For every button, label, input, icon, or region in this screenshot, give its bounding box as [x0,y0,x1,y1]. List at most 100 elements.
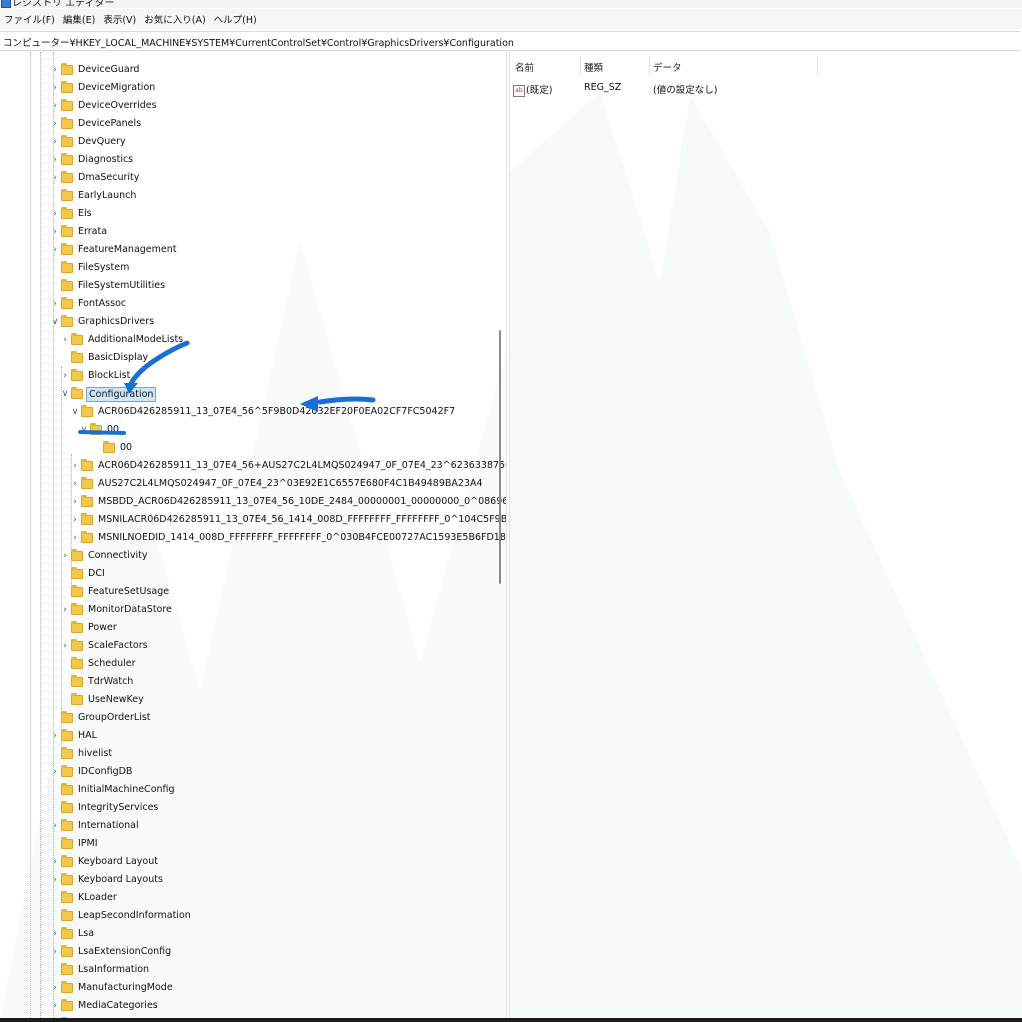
address-bar[interactable]: コンピューター¥HKEY_LOCAL_MACHINE¥SYSTEM¥Curren… [0,31,1020,51]
tree-node-label: MSNILNOEDID_1414_008D_FFFFFFFF_FFFFFFFF_… [98,532,507,543]
tree-node[interactable]: › ManufacturingMode [50,980,175,996]
value-row-type[interactable]: REG_SZ [584,82,621,93]
chevron-right-icon[interactable]: › [50,224,60,240]
tree-node[interactable]: › MonitorDataStore [60,602,174,618]
column-header-name[interactable]: 名前 [515,60,534,74]
tree-node[interactable]: › LsaExtensionConfig [50,944,173,960]
tree-node[interactable]: UseNewKey [60,692,146,708]
chevron-right-icon[interactable]: › [50,854,60,870]
column-separator[interactable] [817,56,818,76]
tree-node[interactable]: › BlockList [60,368,132,384]
chevron-right-icon[interactable]: › [50,818,60,834]
tree-node[interactable]: › DeviceGuard [50,62,141,78]
tree-node[interactable]: hivelist [50,746,114,762]
tree-node[interactable]: IPMI [50,836,100,852]
tree-node[interactable]: ∨ GraphicsDrivers [50,314,156,330]
tree-node[interactable]: › MediaCategories [50,998,160,1014]
tree-node[interactable]: InitialMachineConfig [50,782,177,798]
tree-node[interactable]: › ScaleFactors [60,638,150,654]
chevron-right-icon[interactable]: › [50,944,60,960]
menu-file[interactable]: ファイル(F) [0,12,59,26]
tree-node[interactable]: KLoader [50,890,119,906]
tree-node[interactable]: TdrWatch [60,674,135,690]
chevron-right-icon[interactable]: › [50,152,60,168]
tree-node[interactable]: › Els [50,206,94,222]
tree-scrollbar-thumb[interactable] [499,330,501,584]
tree-node[interactable]: › AUS27C2L4LMQS024947_0F_07E4_23^03E92E1C… [70,476,485,492]
tree-node[interactable]: › Diagnostics [50,152,135,168]
tree-node[interactable]: › DeviceOverrides [50,98,159,114]
tree-node[interactable]: › Lsa [50,926,96,942]
tree-node[interactable]: GroupOrderList [50,710,153,726]
column-separator[interactable] [649,56,650,76]
tree-node[interactable]: › International [50,818,141,834]
key-tree-pane[interactable]: › DeviceGuard › DeviceMigration › DeviceOverr… [0,52,507,1020]
folder-icon [61,891,73,903]
tree-node[interactable]: › Connectivity [60,548,150,564]
chevron-down-icon[interactable]: ∨ [79,422,89,438]
chevron-right-icon[interactable]: › [50,926,60,942]
tree-node[interactable]: › ACR06D426285911_13_07E4_56+AUS27C2L4LMQ… [70,458,506,474]
tree-node[interactable]: › Keyboard Layout [50,854,160,870]
column-header-data[interactable]: データ [653,60,682,74]
tree-node[interactable]: › IDConfigDB [50,764,134,780]
chevron-right-icon[interactable]: › [50,998,60,1014]
chevron-down-icon[interactable]: ∨ [70,404,80,420]
tree-node-label: 00 [107,424,120,435]
tree-node[interactable]: › MSNILNOEDID_1414_008D_FFFFFFFF_FFFFFFFF… [70,530,507,546]
chevron-right-icon[interactable]: › [50,134,60,150]
tree-node[interactable]: › DeviceMigration [50,80,157,96]
tree-node[interactable]: › DevicePanels [50,116,143,132]
chevron-right-icon[interactable]: › [50,170,60,186]
tree-node[interactable]: 00 [92,440,134,456]
tree-node[interactable]: Power [60,620,119,636]
tree-node[interactable]: BasicDisplay [60,350,150,366]
chevron-right-icon[interactable]: › [50,62,60,78]
tree-node[interactable]: FileSystem [50,260,131,276]
menu-help[interactable]: ヘルプ(H) [210,12,261,26]
value-row-name[interactable]: ab (既定) [513,82,552,97]
tree-node[interactable]: › Errata [50,224,109,240]
chevron-right-icon[interactable]: › [50,206,60,222]
chevron-right-icon[interactable]: › [50,764,60,780]
tree-node[interactable]: › DevQuery [50,134,128,150]
tree-node[interactable]: ∨ ACR06D426285911_13_07E4_56^5F9B0D42032E… [70,404,457,420]
tree-node[interactable]: IntegrityServices [50,800,160,816]
tree-node[interactable]: FileSystemUtilities [50,278,167,294]
chevron-right-icon[interactable]: › [50,116,60,132]
chevron-right-icon[interactable]: › [50,242,60,258]
tree-node[interactable]: › DmaSecurity [50,170,141,186]
chevron-right-icon[interactable]: › [50,296,60,312]
tree-node[interactable]: › AdditionalModeLists [60,332,185,348]
tree-node[interactable]: DCI [60,566,107,582]
tree-connector [50,188,60,204]
chevron-right-icon[interactable]: › [60,332,70,348]
tree-node[interactable]: LsaInformation [50,962,151,978]
tree-node[interactable]: › MSNILACR06D426285911_13_07E4_56_1414_00… [70,512,506,528]
chevron-right-icon[interactable]: › [50,872,60,888]
address-path[interactable]: コンピューター¥HKEY_LOCAL_MACHINE¥SYSTEM¥Curren… [3,35,514,49]
tree-node[interactable]: ∨ Configuration [60,386,157,402]
tree-node[interactable]: › FeatureManagement [50,242,178,258]
menu-edit[interactable]: 編集(E) [59,12,99,26]
menu-favorites[interactable]: お気に入り(A) [140,12,209,26]
value-list-pane[interactable]: 名前 種類 データ ab (既定) REG_SZ (値の設定なし) [509,52,1022,1020]
chevron-right-icon[interactable]: › [50,980,60,996]
tree-node[interactable]: LeapSecondInformation [50,908,193,924]
tree-node[interactable]: FeatureSetUsage [60,584,171,600]
column-header-type[interactable]: 種類 [584,60,603,74]
tree-node[interactable]: › HAL [50,728,99,744]
value-row-data[interactable]: (値の設定なし) [653,82,717,96]
tree-node[interactable]: Scheduler [60,656,138,672]
column-separator[interactable] [580,56,581,76]
chevron-right-icon[interactable]: › [50,80,60,96]
tree-node[interactable]: › FontAssoc [50,296,128,312]
tree-node[interactable]: EarlyLaunch [50,188,138,204]
chevron-right-icon[interactable]: › [50,728,60,744]
chevron-right-icon[interactable]: › [50,98,60,114]
tree-node[interactable]: › MSBDD_ACR06D426285911_13_07E4_56_10DE_2… [70,494,506,510]
tree-node[interactable]: › Keyboard Layouts [50,872,165,888]
menu-view[interactable]: 表示(V) [99,12,140,26]
chevron-down-icon[interactable]: ∨ [50,314,60,330]
tree-node[interactable]: ∨ 00 [79,422,121,438]
